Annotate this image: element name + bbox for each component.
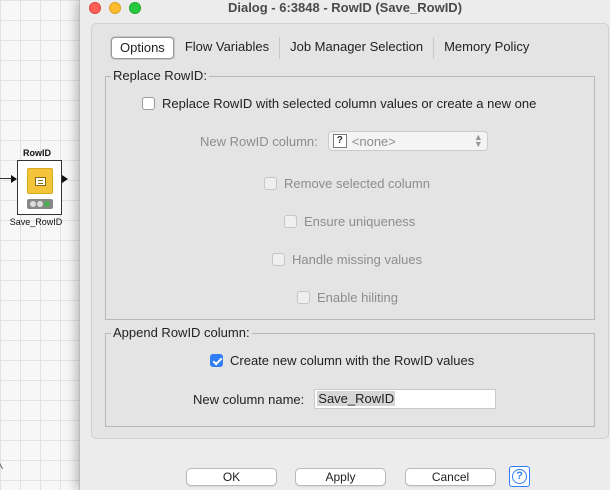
- new-rowid-column-select[interactable]: ? <none> ▲ ▼: [327, 131, 488, 151]
- node-status-lights: [27, 199, 53, 209]
- replace-rowid-option[interactable]: Replace RowID with selected column value…: [142, 96, 536, 111]
- title-bar: Dialog - 6:3848 - RowID (Save_RowID): [80, 0, 610, 16]
- replace-rowid-checkbox[interactable]: [142, 97, 155, 110]
- handle-missing-option[interactable]: Handle missing values: [272, 252, 422, 267]
- append-rowid-group: Append RowID column: Create new column w…: [105, 325, 595, 427]
- remove-selected-option[interactable]: Remove selected column: [264, 176, 430, 191]
- handle-missing-checkbox[interactable]: [272, 253, 285, 266]
- tab-memory-policy[interactable]: Memory Policy: [433, 37, 539, 59]
- tab-job-manager-selection[interactable]: Job Manager Selection: [279, 37, 433, 59]
- append-rowid-group-title: Append RowID column:: [111, 325, 252, 341]
- chevron-updown-icon: ▲ ▼: [473, 132, 483, 149]
- node-label: Save_RowID: [9, 217, 63, 227]
- ok-button[interactable]: OK: [186, 468, 277, 486]
- replace-rowid-label: Replace RowID with selected column value…: [162, 96, 537, 111]
- replace-rowid-group-title: Replace RowID:: [111, 68, 209, 84]
- tab-flow-variables[interactable]: Flow Variables: [173, 37, 279, 59]
- remove-selected-label: Remove selected column: [284, 176, 430, 191]
- connection-line: [0, 178, 11, 179]
- create-column-label: Create new column with the RowID values: [230, 353, 475, 368]
- missing-type-icon: ?: [332, 134, 347, 148]
- new-rowid-column-row: New RowID column: ? <none> ▲ ▼: [200, 131, 488, 151]
- enable-hiliting-label: Enable hiliting: [317, 290, 398, 305]
- node-title: RowID: [23, 148, 51, 158]
- enable-hiliting-checkbox[interactable]: [297, 291, 310, 304]
- ensure-uniqueness-checkbox[interactable]: [284, 215, 297, 228]
- ensure-uniqueness-label: Ensure uniqueness: [304, 214, 416, 229]
- create-column-checkbox[interactable]: [210, 354, 223, 367]
- apply-button[interactable]: Apply: [295, 468, 386, 486]
- remove-selected-checkbox[interactable]: [264, 177, 277, 190]
- window-title: Dialog - 6:3848 - RowID (Save_RowID): [227, 0, 463, 15]
- node-icon: [27, 168, 53, 194]
- help-icon: ?: [512, 469, 527, 484]
- create-column-option[interactable]: Create new column with the RowID values: [210, 353, 474, 368]
- dialog-window: Dialog - 6:3848 - RowID (Save_RowID) Opt…: [79, 0, 610, 490]
- new-column-name-value: Save_RowID: [317, 391, 396, 406]
- new-column-name-label: New column name:: [193, 391, 305, 407]
- new-column-name-row: New column name: Save_RowID: [193, 389, 497, 409]
- new-rowid-column-label: New RowID column:: [200, 133, 318, 149]
- help-button[interactable]: ?: [509, 466, 530, 487]
- ensure-uniqueness-option[interactable]: Ensure uniqueness: [284, 214, 415, 229]
- handle-missing-label: Handle missing values: [292, 252, 423, 267]
- new-rowid-column-value: <none>: [351, 133, 396, 149]
- replace-rowid-group: Replace RowID: Replace RowID with select…: [105, 68, 595, 320]
- tab-options[interactable]: Options: [111, 37, 174, 59]
- new-column-name-field[interactable]: Save_RowID: [314, 389, 497, 409]
- connection-line-lower: [0, 456, 4, 470]
- cancel-button[interactable]: Cancel: [405, 468, 496, 486]
- tab-bar: Options Flow Variables Job Manager Selec…: [111, 37, 539, 59]
- output-port[interactable]: [62, 175, 68, 183]
- enable-hiliting-option[interactable]: Enable hiliting: [297, 290, 398, 305]
- rowid-node[interactable]: [17, 160, 62, 215]
